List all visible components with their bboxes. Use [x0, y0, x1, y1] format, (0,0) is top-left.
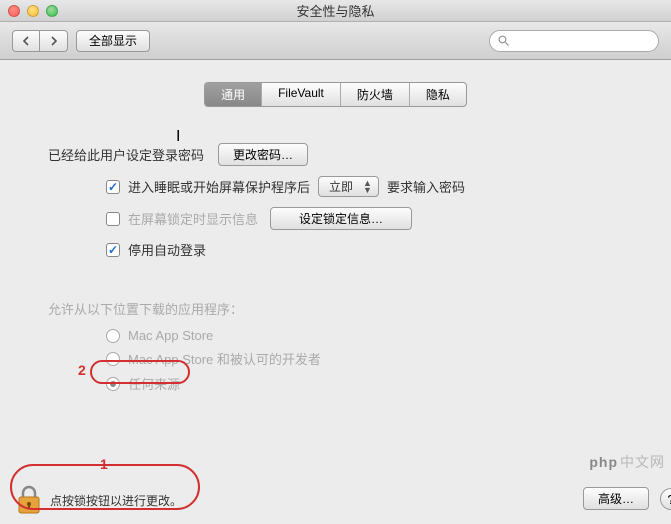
annotation-number-1: 1 — [100, 456, 108, 472]
change-password-button[interactable]: 更改密码… — [218, 143, 308, 166]
tab-bar: 通用 FileVault 防火墙 隐私 — [0, 82, 671, 107]
allow-apps-radio-group: Mac App Store Mac App Store 和被认可的开发者 任何来… — [106, 328, 623, 393]
tab-general[interactable]: 通用 — [205, 83, 262, 106]
require-password-delay-select[interactable]: 立即 ▲▼ — [318, 176, 379, 197]
window-title: 安全性与隐私 — [0, 1, 671, 20]
content-area: 通用 FileVault 防火墙 隐私 已经给此用户设定登录密码 更改密码… 进… — [0, 60, 671, 524]
select-value: 立即 — [329, 178, 353, 195]
disable-autologin-checkbox[interactable] — [106, 243, 120, 257]
login-password-label: 已经给此用户设定登录密码 — [48, 145, 204, 164]
watermark-text: 中文网 — [620, 452, 665, 472]
set-lock-message-button[interactable]: 设定锁定信息… — [270, 207, 412, 230]
require-password-row: 进入睡眠或开始屏幕保护程序后 立即 ▲▼ 要求输入密码 — [106, 176, 623, 197]
radio-label: Mac App Store — [128, 328, 213, 343]
select-stepper-icon: ▲▼ — [363, 180, 372, 194]
radio-option-identified[interactable]: Mac App Store 和被认可的开发者 — [106, 349, 623, 368]
radio-icon — [106, 352, 120, 366]
lock-message-label: 在屏幕锁定时显示信息 — [128, 209, 258, 228]
search-icon — [498, 35, 510, 47]
tab-filevault[interactable]: FileVault — [262, 83, 341, 106]
tab-segment: 通用 FileVault 防火墙 隐私 — [204, 82, 467, 107]
nav-buttons — [12, 30, 68, 52]
login-password-row: 已经给此用户设定登录密码 更改密码… — [48, 143, 623, 166]
footer: 点按锁按钮以进行更改。 — [0, 476, 671, 524]
chevron-left-icon — [22, 36, 30, 46]
toolbar: 全部显示 — [0, 22, 671, 60]
require-password-label: 进入睡眠或开始屏幕保护程序后 — [128, 177, 310, 196]
lock-message-row: 在屏幕锁定时显示信息 设定锁定信息… — [106, 207, 623, 230]
radio-option-appstore[interactable]: Mac App Store — [106, 328, 623, 343]
require-password-suffix: 要求输入密码 — [387, 177, 465, 196]
chevron-right-icon — [50, 36, 58, 46]
require-password-checkbox[interactable] — [106, 180, 120, 194]
lock-icon[interactable] — [16, 485, 42, 515]
lock-message-checkbox[interactable] — [106, 212, 120, 226]
general-panel: 已经给此用户设定登录密码 更改密码… 进入睡眠或开始屏幕保护程序后 立即 ▲▼ … — [20, 125, 651, 417]
watermark-brand: php — [589, 454, 618, 470]
radio-label: 任何来源 — [128, 374, 180, 393]
disable-autologin-row: 停用自动登录 — [106, 240, 623, 259]
radio-label: Mac App Store 和被认可的开发者 — [128, 349, 321, 368]
forward-button[interactable] — [40, 30, 68, 52]
radio-icon — [106, 377, 120, 391]
tab-privacy[interactable]: 隐私 — [410, 83, 466, 106]
show-all-button[interactable]: 全部显示 — [76, 30, 150, 52]
radio-option-anywhere[interactable]: 任何来源 — [106, 374, 623, 393]
tab-firewall[interactable]: 防火墙 — [341, 83, 410, 106]
lock-hint-text: 点按锁按钮以进行更改。 — [50, 492, 182, 509]
search-field[interactable] — [489, 30, 659, 52]
radio-icon — [106, 329, 120, 343]
search-input[interactable] — [514, 35, 650, 47]
back-button[interactable] — [12, 30, 40, 52]
advanced-button[interactable]: 高级… — [583, 487, 649, 510]
title-bar: 安全性与隐私 — [0, 0, 671, 22]
watermark: php 中文网 — [589, 452, 665, 472]
allow-apps-heading: 允许从以下位置下载的应用程序： — [48, 299, 623, 318]
disable-autologin-label: 停用自动登录 — [128, 240, 206, 259]
